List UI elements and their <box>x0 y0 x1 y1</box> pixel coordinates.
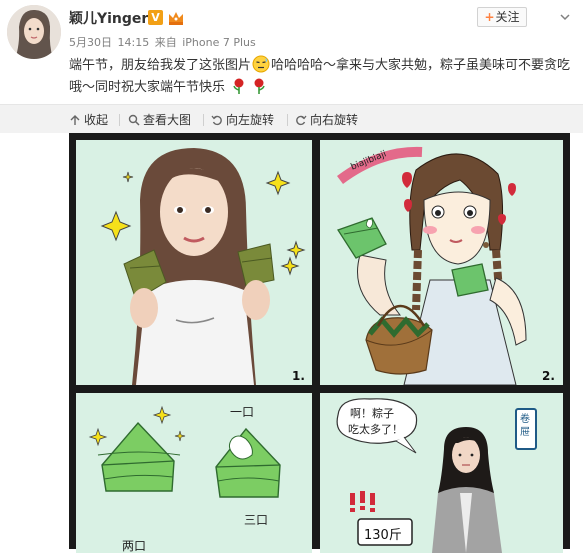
post-time[interactable]: 14:15 <box>118 36 150 49</box>
comic-panel-4: 啊！粽子 吃太多了！ 130斤 卷屉 <box>320 393 563 553</box>
divider <box>287 114 288 126</box>
one-bite-text: 一口 <box>230 405 255 419</box>
vip-crown-icon <box>167 9 185 26</box>
view-large-label: 查看大图 <box>143 113 192 127</box>
view-large-button[interactable]: 查看大图 <box>128 112 191 128</box>
username[interactable]: 颖儿Yinger <box>69 8 148 28</box>
comic-panel-1: 1. <box>76 140 312 385</box>
rotate-right-icon <box>296 115 307 126</box>
post-meta: 5月30日 14:15 来自 iPhone 7 Plus <box>69 34 258 50</box>
follow-button-label: 关注 <box>495 10 520 24</box>
rotate-left-label: 向左旋转 <box>226 113 275 127</box>
comic-panel-3: 一口 三口 两口 <box>76 393 312 553</box>
zongzi-being-eaten-illustration <box>76 393 312 553</box>
girl-holding-zongzi-illustration <box>76 140 312 385</box>
collapse-button[interactable]: 收起 <box>69 112 108 128</box>
sweat-emoji-icon <box>252 55 270 73</box>
magnifier-icon <box>128 114 140 126</box>
bubble-line-2: 吃太多了！ <box>348 423 403 436</box>
store-sign: 卷屉 <box>520 414 530 438</box>
post-date[interactable]: 5月30日 <box>69 36 112 49</box>
post-header: 颖儿Yinger V 5月30日 14:15 来自 iPhone 7 Plus … <box>0 0 583 104</box>
scale-reading: 130斤 <box>364 528 402 543</box>
image-toolbar: 收起 查看大图 向左旋转 向右旋转 <box>0 104 583 133</box>
divider <box>119 114 120 126</box>
rose-icon <box>250 77 268 95</box>
from-label: 来自 <box>154 36 177 49</box>
follow-button[interactable]: +关注 <box>477 7 527 27</box>
panel-number: 2. <box>542 369 555 383</box>
divider <box>203 114 204 126</box>
three-bites-text: 三口 <box>244 513 269 527</box>
collapse-label: 收起 <box>84 113 109 127</box>
bubble-line-1: 啊！粽子 <box>350 407 394 420</box>
comic-panel-2: biajibiaji 2. <box>320 140 563 385</box>
two-bites-text: 两口 <box>122 539 147 553</box>
avatar[interactable] <box>7 5 61 59</box>
verified-icon: V <box>148 10 163 25</box>
post-text-part1: 端午节，朋友给我发了这张图片 <box>69 58 252 73</box>
post-device[interactable]: iPhone 7 Plus <box>182 36 256 49</box>
cartoon-girl-eating-zongzi-illustration <box>320 140 563 385</box>
post-image[interactable]: 1. biajibiaji 2. 一口 三口 两口 啊！粽子 吃太多了！ 130… <box>69 133 570 553</box>
rotate-right-label: 向右旋转 <box>310 113 359 127</box>
rotate-right-button[interactable]: 向右旋转 <box>295 112 358 128</box>
rose-icon <box>230 77 248 95</box>
panel-number: 1. <box>292 369 305 383</box>
post-text: 端午节，朋友给我发了这张图片 哈哈哈哈～拿来与大家共勉，粽子虽美味可不要贪吃哦～同… <box>69 55 574 99</box>
rotate-left-button[interactable]: 向左旋转 <box>211 112 274 128</box>
plus-icon: + <box>484 10 495 24</box>
arrow-up-icon <box>70 115 80 125</box>
rotate-left-icon <box>211 115 222 126</box>
chevron-down-icon[interactable] <box>558 9 572 23</box>
